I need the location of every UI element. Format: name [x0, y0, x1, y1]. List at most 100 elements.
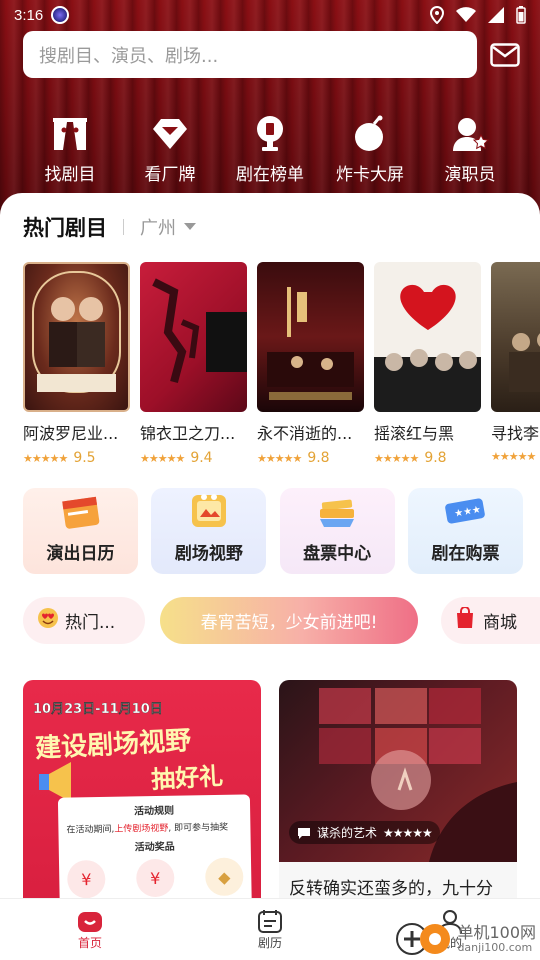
theater-view-icon — [184, 491, 234, 531]
show-card[interactable]: 寻找李 ★★★★★ — [491, 262, 540, 463]
feature-grid: 演出日历 剧场视野 盘票中心 ★★★ 剧在购票 — [23, 488, 523, 574]
promo-date: 10月23日-11月10日 — [33, 702, 163, 717]
show-poster — [257, 262, 364, 412]
show-name: 阿波罗尼业... — [23, 424, 119, 443]
show-poster — [23, 262, 130, 412]
prize-row: ¥ ¥ ◆ — [66, 857, 244, 899]
city-label: 广州 — [140, 218, 176, 239]
show-rating: ★★★★★ 9.8 — [374, 450, 481, 466]
mail-icon[interactable] — [490, 40, 520, 70]
prize-title: 活动奖品 — [134, 841, 175, 854]
promo-card[interactable]: 10月23日-11月10日 建设剧场视野 抽好礼 活动规则 在活动期间,上传剧场… — [23, 680, 261, 915]
post-card[interactable]: 谋杀的艺术 ★★★★★ 反转确实还蛮多的，九十分 — [279, 680, 517, 915]
post-meta: 谋杀的艺术 ★★★★★ — [289, 821, 440, 844]
show-card[interactable]: 摇滚红与黑 ★★★★★ 9.8 — [374, 262, 481, 466]
rating-value: 9.8 — [424, 450, 447, 466]
show-rating: ★★★★★ — [491, 450, 540, 463]
hot-shows-list: 阿波罗尼业... ★★★★★ 9.5 锦衣卫之刀... ★★★★★ 9.4 永不消逝… — [23, 262, 540, 467]
feature-buy-tickets[interactable]: ★★★ 剧在购票 — [407, 488, 523, 574]
hot-pill-label: 热门... — [65, 613, 116, 633]
nav-home[interactable]: 首页 — [0, 899, 180, 960]
rules-text-c: , 即可参与抽奖 — [168, 822, 229, 834]
calendar-icon — [56, 491, 106, 531]
nav-label: 首页 — [77, 936, 102, 950]
topic-pills: 热门... 春宵苦短，少女前进吧! 商城 — [23, 597, 540, 647]
performer-icon — [448, 112, 492, 156]
section-title: 热门剧目 — [23, 216, 107, 240]
quick-nav-brands[interactable]: 看厂牌 — [120, 112, 220, 185]
quick-nav-label: 炸卡大屏 — [336, 165, 404, 185]
status-icons — [430, 6, 526, 24]
ticket-stack-icon — [312, 491, 362, 531]
hot-pill[interactable]: 热门... — [23, 597, 145, 644]
show-name: 寻找李 — [491, 424, 540, 443]
quick-nav-label: 剧在榜单 — [236, 165, 304, 185]
post-stars: ★★★★★ — [383, 825, 433, 840]
theater-icon — [48, 112, 92, 156]
show-card[interactable]: 永不消逝的... ★★★★★ 9.8 — [257, 262, 364, 466]
quick-nav-label: 演职员 — [444, 165, 496, 185]
rating-value: 9.8 — [307, 450, 330, 466]
quick-nav-rankings[interactable]: 剧在榜单 — [220, 112, 320, 185]
rules-text: 在活动期间,上传剧场视野, 即可参与抽奖 — [66, 819, 242, 836]
rating-stars-icon: ★★★★★ — [374, 451, 419, 465]
show-poster — [491, 262, 540, 412]
rules-title: 活动规则 — [134, 805, 175, 818]
show-card[interactable]: 锦衣卫之刀... ★★★★★ 9.4 — [140, 262, 247, 466]
show-card[interactable]: 阿波罗尼业... ★★★★★ 9.5 — [23, 262, 130, 466]
watermark: 单机100网 danji100.com — [395, 922, 536, 956]
quick-nav-find-shows[interactable]: 找剧目 — [20, 112, 120, 185]
rating-stars-icon: ★★★★★ — [257, 451, 302, 465]
rating-stars-icon: ★★★★★ — [23, 451, 68, 465]
battery-icon — [516, 6, 526, 24]
show-poster — [140, 262, 247, 412]
location-icon — [430, 6, 444, 24]
feature-ticket-center[interactable]: 盘票中心 — [279, 488, 395, 574]
rating-value: 9.4 — [190, 450, 213, 466]
show-rating: ★★★★★ 9.4 — [140, 450, 247, 466]
quick-nav: 找剧目 看厂牌 剧在榜单 炸卡大屏 演职员 — [20, 112, 520, 185]
trophy-icon — [248, 112, 292, 156]
rating-stars-icon: ★★★★★ — [140, 451, 185, 465]
brand-gem-icon — [148, 112, 192, 156]
quick-nav-label: 找剧目 — [44, 165, 96, 185]
feature-label: 盘票中心 — [303, 544, 372, 564]
feature-label: 演出日历 — [46, 544, 115, 564]
watermark-logo-icon — [396, 923, 451, 955]
search-placeholder: 搜剧目、演员、剧场... — [39, 45, 219, 67]
bomb-icon — [348, 112, 392, 156]
watermark-url: danji100.com — [457, 940, 533, 954]
city-selector[interactable]: 广州 — [140, 214, 196, 240]
promo-panel: 活动规则 在活动期间,上传剧场视野, 即可参与抽奖 活动奖品 ¥ ¥ ◆ — [57, 794, 253, 915]
signal-icon — [488, 7, 504, 23]
nav-label: 剧历 — [257, 936, 282, 950]
rating-stars-icon: ★★★★★ — [491, 450, 536, 463]
status-time: 3:16 — [14, 6, 44, 24]
heart-eyes-icon — [37, 607, 59, 634]
feature-theater-view[interactable]: 剧场视野 — [151, 488, 267, 574]
quick-nav-big-screen[interactable]: 炸卡大屏 — [320, 112, 420, 185]
divider — [123, 219, 124, 235]
search-row: 搜剧目、演员、剧场... — [23, 31, 526, 78]
banner-pill[interactable]: 春宵苦短，少女前进吧! — [160, 597, 418, 644]
shop-pill[interactable]: 商城 — [441, 597, 540, 644]
rules-text-highlight: 上传剧场视野 — [114, 823, 169, 835]
watermark-text: 单机100网 danji100.com — [457, 924, 536, 954]
show-rating: ★★★★★ 9.8 — [257, 450, 364, 466]
show-rating: ★★★★★ 9.5 — [23, 450, 130, 466]
search-input[interactable]: 搜剧目、演员、剧场... — [23, 31, 477, 78]
show-name: 永不消逝的... — [257, 424, 353, 443]
coupon-icon: ¥ — [66, 859, 106, 899]
quick-nav-performers[interactable]: 演职员 — [420, 112, 520, 185]
gem-icon: ◆ — [204, 857, 244, 897]
banner-pill-label: 春宵苦短，少女前进吧! — [200, 613, 378, 633]
wifi-icon — [456, 7, 476, 22]
shop-pill-label: 商城 — [483, 613, 517, 633]
show-name: 锦衣卫之刀... — [140, 424, 236, 443]
calendar-list-icon — [258, 910, 282, 933]
feature-label: 剧在购票 — [431, 544, 500, 564]
coupon-icon: ¥ — [135, 858, 175, 898]
feature-calendar[interactable]: 演出日历 — [23, 488, 138, 574]
status-bar: 3:16 — [0, 0, 540, 30]
nav-calendar[interactable]: 剧历 — [180, 899, 360, 960]
